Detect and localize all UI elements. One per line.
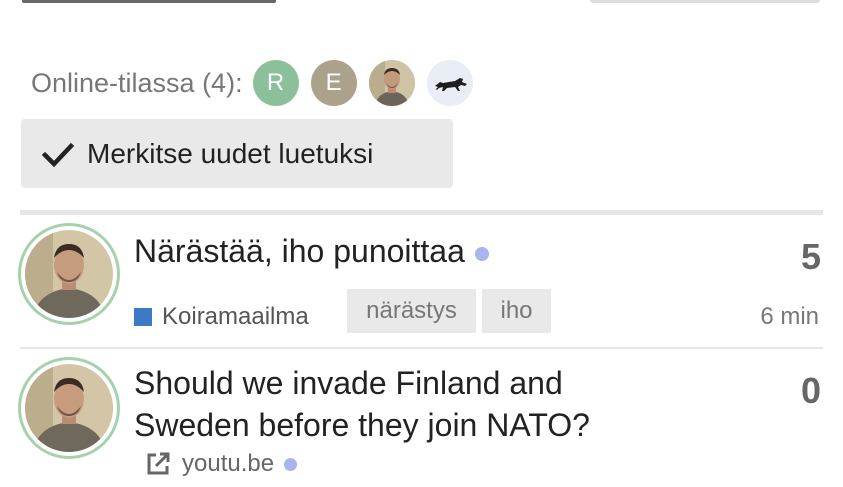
avatar[interactable] — [426, 60, 473, 106]
tag-iho[interactable]: iho — [482, 289, 551, 333]
tag-narastys[interactable]: närästys — [347, 289, 476, 333]
topic-author-avatar[interactable] — [18, 223, 120, 325]
category-badge[interactable]: Koiramaailma — [134, 303, 309, 331]
reply-count[interactable]: 0 — [801, 370, 821, 412]
external-link-icon — [147, 452, 170, 475]
topic-activity-age[interactable]: 6 min — [760, 303, 819, 331]
topic-author-avatar[interactable] — [18, 357, 120, 459]
author-photo-icon — [25, 364, 113, 452]
online-users-bar: Online-tilassa (4): R E — [31, 58, 485, 108]
mark-new-read-button[interactable]: Merkitse uudet luetuksi — [21, 119, 453, 188]
mark-new-read-label: Merkitse uudet luetuksi — [87, 137, 374, 169]
top-right-control[interactable] — [590, 0, 820, 3]
new-topic-indicator — [284, 457, 298, 471]
online-users-label: Online-tilassa (4): — [31, 67, 243, 98]
user-photo-icon — [368, 60, 415, 106]
topic-list-divider — [20, 210, 823, 215]
topic-title-link[interactable]: Should we invade Finland and Sweden befo… — [134, 362, 590, 446]
topic-title-line: Should we invade Finland and — [134, 365, 563, 401]
topic-title-line: Sweden before they join NATO? — [134, 407, 590, 443]
topic-title-link[interactable]: Närästää, iho punoittaa — [134, 230, 489, 272]
link-domain: youtu.be — [182, 450, 275, 477]
avatar[interactable]: R — [252, 60, 299, 106]
top-tab-indicator — [22, 0, 276, 3]
new-topic-indicator — [474, 246, 489, 261]
avatar[interactable]: E — [310, 60, 357, 106]
topic-row-divider — [20, 347, 823, 349]
avatar-letter: E — [325, 69, 342, 96]
checkmark-icon — [41, 142, 75, 167]
avatar[interactable] — [368, 60, 415, 106]
category-color-square — [134, 308, 152, 326]
avatar-letter: R — [266, 69, 285, 96]
wolf-silhouette-icon — [426, 60, 473, 106]
topic-external-link[interactable]: youtu.be — [144, 450, 298, 478]
category-name: Koiramaailma — [162, 303, 309, 330]
topic-title-text: Närästää, iho punoittaa — [134, 233, 465, 269]
reply-count[interactable]: 5 — [801, 236, 821, 278]
author-photo-icon — [25, 230, 113, 318]
